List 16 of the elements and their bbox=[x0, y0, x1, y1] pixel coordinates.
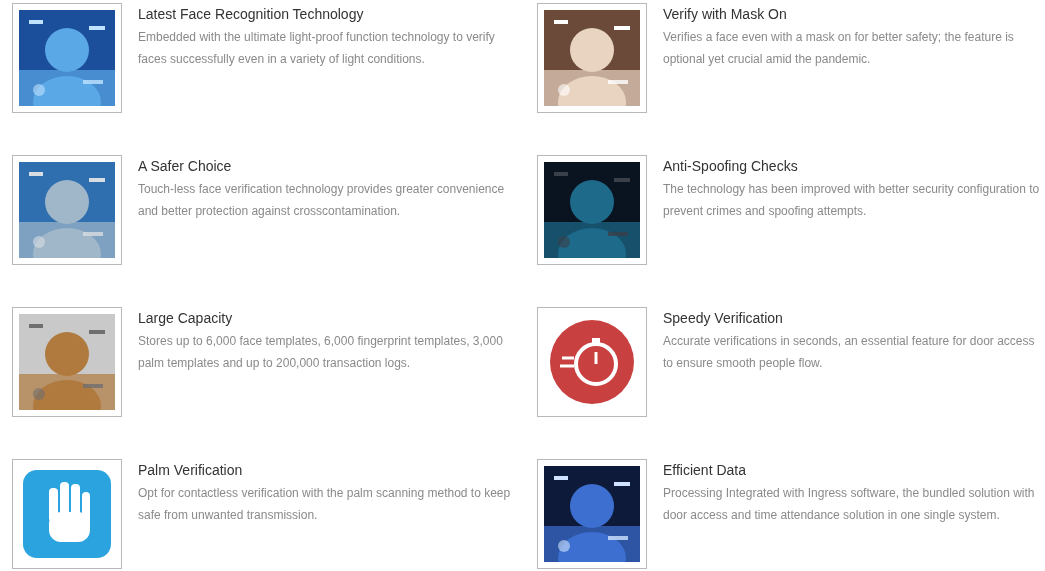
feature-title: Large Capacity bbox=[138, 310, 234, 326]
feature-title: Palm Verification bbox=[138, 462, 244, 478]
feature-description: Touch-less face verification technology provides greater convenience and better protection against crosscontamination. bbox=[138, 181, 506, 220]
feature-description: Opt for contactless verification with the palm scanning method to keep safe from unwanted transmission. bbox=[138, 485, 512, 524]
feature-description: The technology has been improved with better security configuration to prevent crimes and spoofing attempts. bbox=[663, 181, 1041, 220]
feature-title: Verify with Mask On bbox=[663, 6, 788, 22]
feature-title: A Safer Choice bbox=[138, 158, 233, 174]
feature-title: Speedy Verification bbox=[663, 310, 784, 326]
feature-title: Efficient Data bbox=[663, 462, 747, 478]
feature-title: Anti-Spoofing Checks bbox=[663, 158, 799, 174]
feature-description: Processing Integrated with Ingress software, the bundled solution with door access and time attendance solution in one single system. bbox=[663, 485, 1036, 524]
feature-description: Stores up to 6,000 face templates, 6,000 fingerprint templates, 3,000 palm templates and up to 200,000 transaction logs. bbox=[138, 333, 504, 372]
feature-description: Embedded with the ultimate light-proof function technology to verify faces successfully even in a variety of light conditions. bbox=[138, 29, 496, 68]
feature-description: Verifies a face even with a mask on for better safety; the feature is optional yet crucial amid the pandemic. bbox=[663, 29, 1015, 68]
feature-title: Latest Face Recognition Technology bbox=[138, 6, 365, 22]
feature-description: Accurate verifications in seconds, an essential feature for door access to ensure smooth people flow. bbox=[663, 333, 1036, 372]
